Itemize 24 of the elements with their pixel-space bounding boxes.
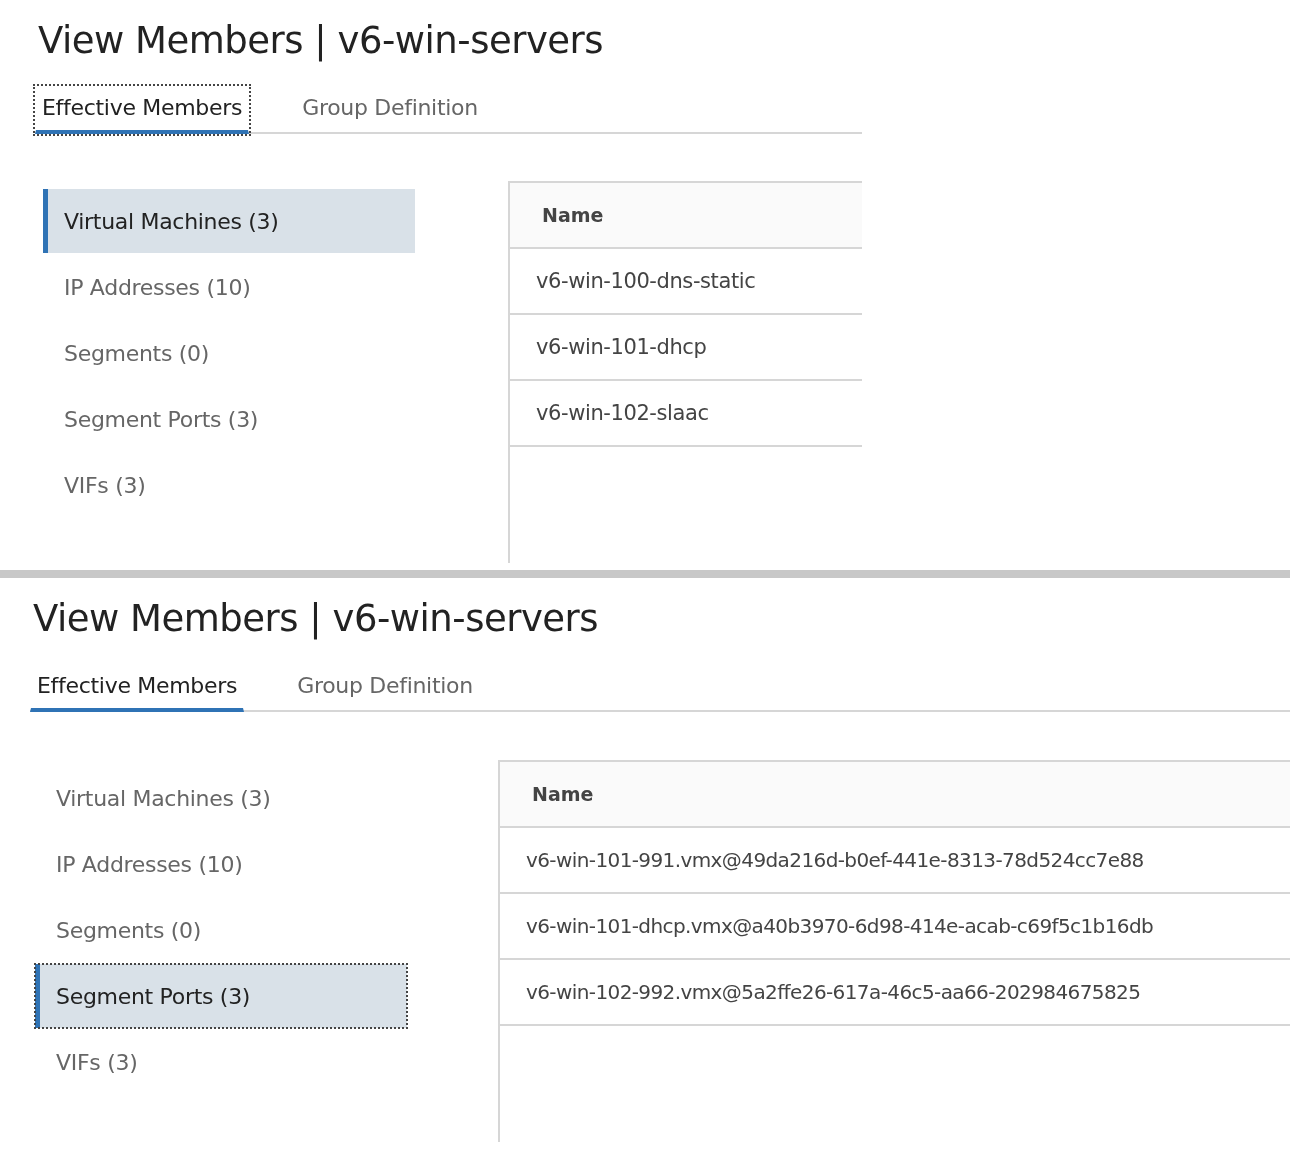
tab[interactable]: Group Definition xyxy=(295,86,485,134)
column-header: Name xyxy=(532,783,594,805)
category-item[interactable]: Segments (0) xyxy=(35,898,407,962)
category-item[interactable]: Segments (0) xyxy=(43,321,415,385)
tab[interactable]: Effective Members xyxy=(35,86,250,134)
category-item[interactable]: VIFs (3) xyxy=(43,453,415,517)
category-item[interactable]: Virtual Machines (3) xyxy=(43,189,415,253)
table-cell: v6-win-101-dhcp xyxy=(536,335,707,359)
column-header: Name xyxy=(542,204,604,226)
table-cell: v6-win-100-dns-static xyxy=(536,269,756,293)
tab[interactable]: Group Definition xyxy=(290,664,480,712)
dialog-title: View Members | v6-win-servers xyxy=(32,596,600,642)
table-cell: v6-win-101-dhcp.vmx@a40b3970-6d98-414e-acab-c69f5c1b16db xyxy=(526,914,1154,938)
category-item[interactable]: Segment Ports (3) xyxy=(35,964,407,1028)
table-cell: v6-win-102-992.vmx@5a2ffe26-617a-46c5-aa66-202984675825 xyxy=(526,980,1141,1004)
tab[interactable]: Effective Members xyxy=(30,664,245,712)
table-cell: v6-win-102-slaac xyxy=(536,401,709,425)
category-item[interactable]: IP Addresses (10) xyxy=(35,832,407,896)
category-item[interactable]: Segment Ports (3) xyxy=(43,387,415,451)
table-cell: v6-win-101-991.vmx@49da216d-b0ef-441e-8313-78d524cc7e88 xyxy=(526,848,1144,872)
category-item[interactable]: VIFs (3) xyxy=(35,1030,407,1094)
dialog-title: View Members | v6-win-servers xyxy=(37,18,605,64)
category-item[interactable]: IP Addresses (10) xyxy=(43,255,415,319)
category-item[interactable]: Virtual Machines (3) xyxy=(35,766,407,830)
